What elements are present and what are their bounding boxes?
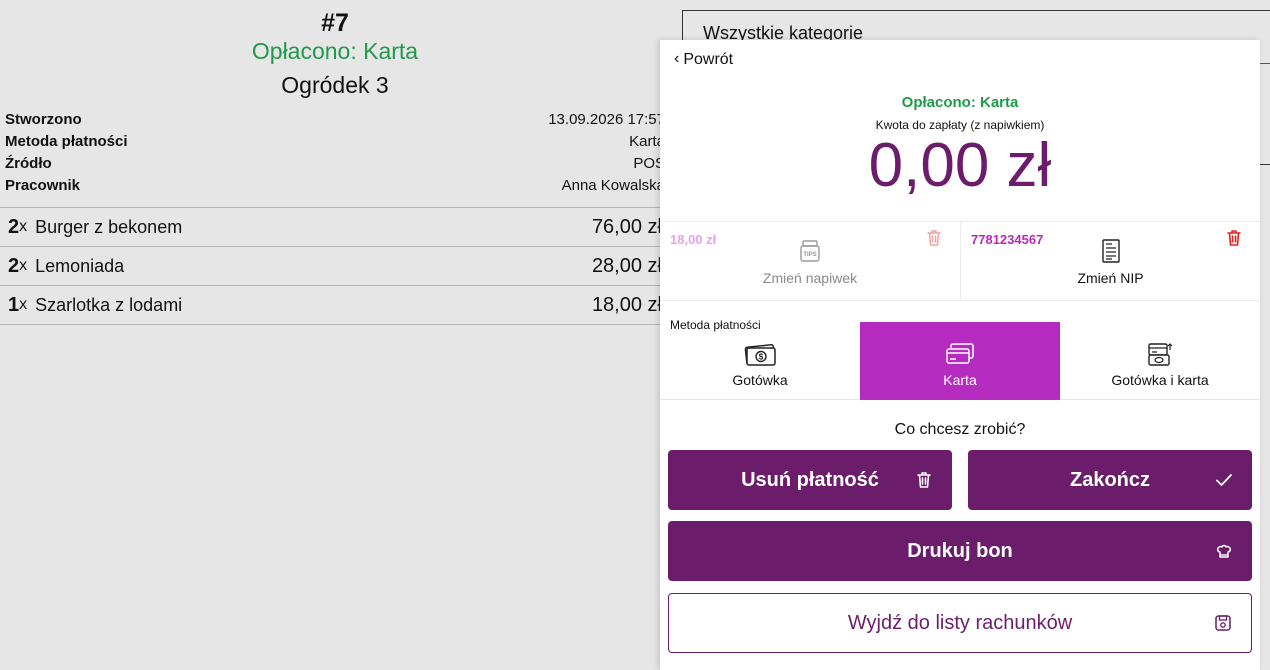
item-name: Lemoniada [35, 255, 125, 276]
checkmark-icon [1216, 474, 1232, 486]
info-label: Metoda płatności [5, 133, 128, 150]
order-info: Stworzono 13.09.2026 17:57 Metoda płatno… [5, 109, 665, 197]
exit-to-bills-label: Wyjdź do listy rachunków [847, 611, 1073, 634]
order-table-name: Ogródek 3 [281, 72, 389, 98]
item-name: Burger z bekonem [35, 216, 183, 237]
action-question: Co chcesz zrobić? [894, 421, 1026, 438]
item-quantity: 2 [8, 254, 20, 277]
delete-payment-label: Usuń płatność [741, 468, 879, 491]
delete-tip-icon[interactable] [924, 228, 944, 248]
info-value: 13.09.2026 17:57 [548, 111, 665, 128]
item-quantity-multiplier: x [19, 257, 28, 274]
trash-icon [917, 472, 931, 488]
item-quantity: 2 [8, 215, 20, 238]
info-row-payment-method: Metoda płatności Karta [5, 131, 665, 153]
method-cash-and-card-label: Gotówka i karta [1111, 372, 1209, 388]
list-item[interactable]: 2 x Burger z bekonem 76,00 zł [0, 208, 670, 247]
order-number: #7 [321, 9, 349, 37]
tip-jar-icon: TIPS [800, 240, 820, 262]
method-card-label: Karta [943, 372, 977, 388]
exit-to-bills-button[interactable]: Wyjdź do listy rachunków [668, 593, 1252, 653]
info-row-employee: Pracownik Anna Kowalska [5, 175, 665, 197]
item-price: 76,00 zł [591, 215, 662, 238]
list-item[interactable]: 2 x Lemoniada 28,00 zł [0, 247, 670, 286]
change-nip-button[interactable]: 7781234567 Zmień NIP [960, 222, 1260, 301]
info-value: Anna Kowalska [561, 177, 665, 194]
chevron-left-icon: ‹ [674, 50, 680, 67]
item-price: 18,00 zł [591, 293, 662, 316]
item-name: Szarlotka z lodami [35, 294, 183, 315]
chef-hat-icon [1216, 544, 1232, 558]
cash-icon: $ [744, 344, 776, 366]
item-price: 28,00 zł [591, 254, 662, 277]
order-payment-status: Opłacono: Karta [251, 38, 419, 64]
back-button[interactable]: ‹ Powrót [674, 51, 733, 69]
payment-options: 18,00 zł TIPS Zmień napiwek 7781234567 Z… [660, 221, 1260, 301]
payment-panel: ‹ Powrót Opłacono: Karta Kwota do zapłat… [660, 40, 1260, 670]
item-quantity: 1 [8, 293, 20, 316]
info-label: Źródło [5, 155, 52, 172]
item-quantity-multiplier: x [19, 218, 28, 235]
print-receipt-label: Drukuj bon [907, 539, 1013, 562]
order-summary: #7 Opłacono: Karta Ogródek 3 Stworzono 1… [0, 0, 670, 670]
method-cash-and-card[interactable]: Gotówka i karta [1060, 322, 1260, 400]
item-quantity-multiplier: x [19, 296, 28, 313]
info-row-source: Źródło POS [5, 153, 665, 175]
change-tip-label: Zmień napiwek [762, 270, 858, 286]
method-card[interactable]: Karta [860, 322, 1060, 400]
nip-number: 7781234567 [971, 232, 1044, 247]
svg-text:TIPS: TIPS [803, 252, 816, 258]
save-icon [1215, 615, 1231, 631]
card-icon [946, 343, 974, 364]
invoice-icon [1101, 239, 1120, 263]
amount-due: 0,00 zł [868, 131, 1052, 200]
finish-button[interactable]: Zakończ [968, 450, 1252, 510]
print-receipt-button[interactable]: Drukuj bon [668, 521, 1252, 581]
change-tip-button[interactable]: 18,00 zł TIPS Zmień napiwek [660, 222, 960, 301]
delete-nip-icon[interactable] [1224, 228, 1244, 248]
method-cash[interactable]: $ Gotówka [660, 322, 860, 400]
payment-status: Opłacono: Karta [901, 94, 1019, 111]
payment-method-selector: $ Gotówka Karta Gotówka i karta [660, 322, 1260, 400]
list-item[interactable]: 1 x Szarlotka z lodami 18,00 zł [0, 286, 670, 325]
svg-text:$: $ [759, 353, 764, 362]
payment-method-title: Metoda płatności [670, 318, 761, 332]
tip-amount: 18,00 zł [670, 232, 717, 247]
delete-payment-button[interactable]: Usuń płatność [668, 450, 952, 510]
info-label: Stworzono [5, 111, 82, 128]
info-label: Pracownik [5, 177, 81, 194]
finish-label: Zakończ [1069, 468, 1151, 491]
back-label: Powrót [683, 51, 734, 68]
method-cash-label: Gotówka [732, 372, 788, 388]
order-items-list: 2 x Burger z bekonem 76,00 zł 2 x Lemoni… [0, 207, 670, 325]
info-row-created: Stworzono 13.09.2026 17:57 [5, 109, 665, 131]
change-nip-label: Zmień NIP [1077, 270, 1144, 286]
cash-and-card-icon [1148, 343, 1173, 366]
